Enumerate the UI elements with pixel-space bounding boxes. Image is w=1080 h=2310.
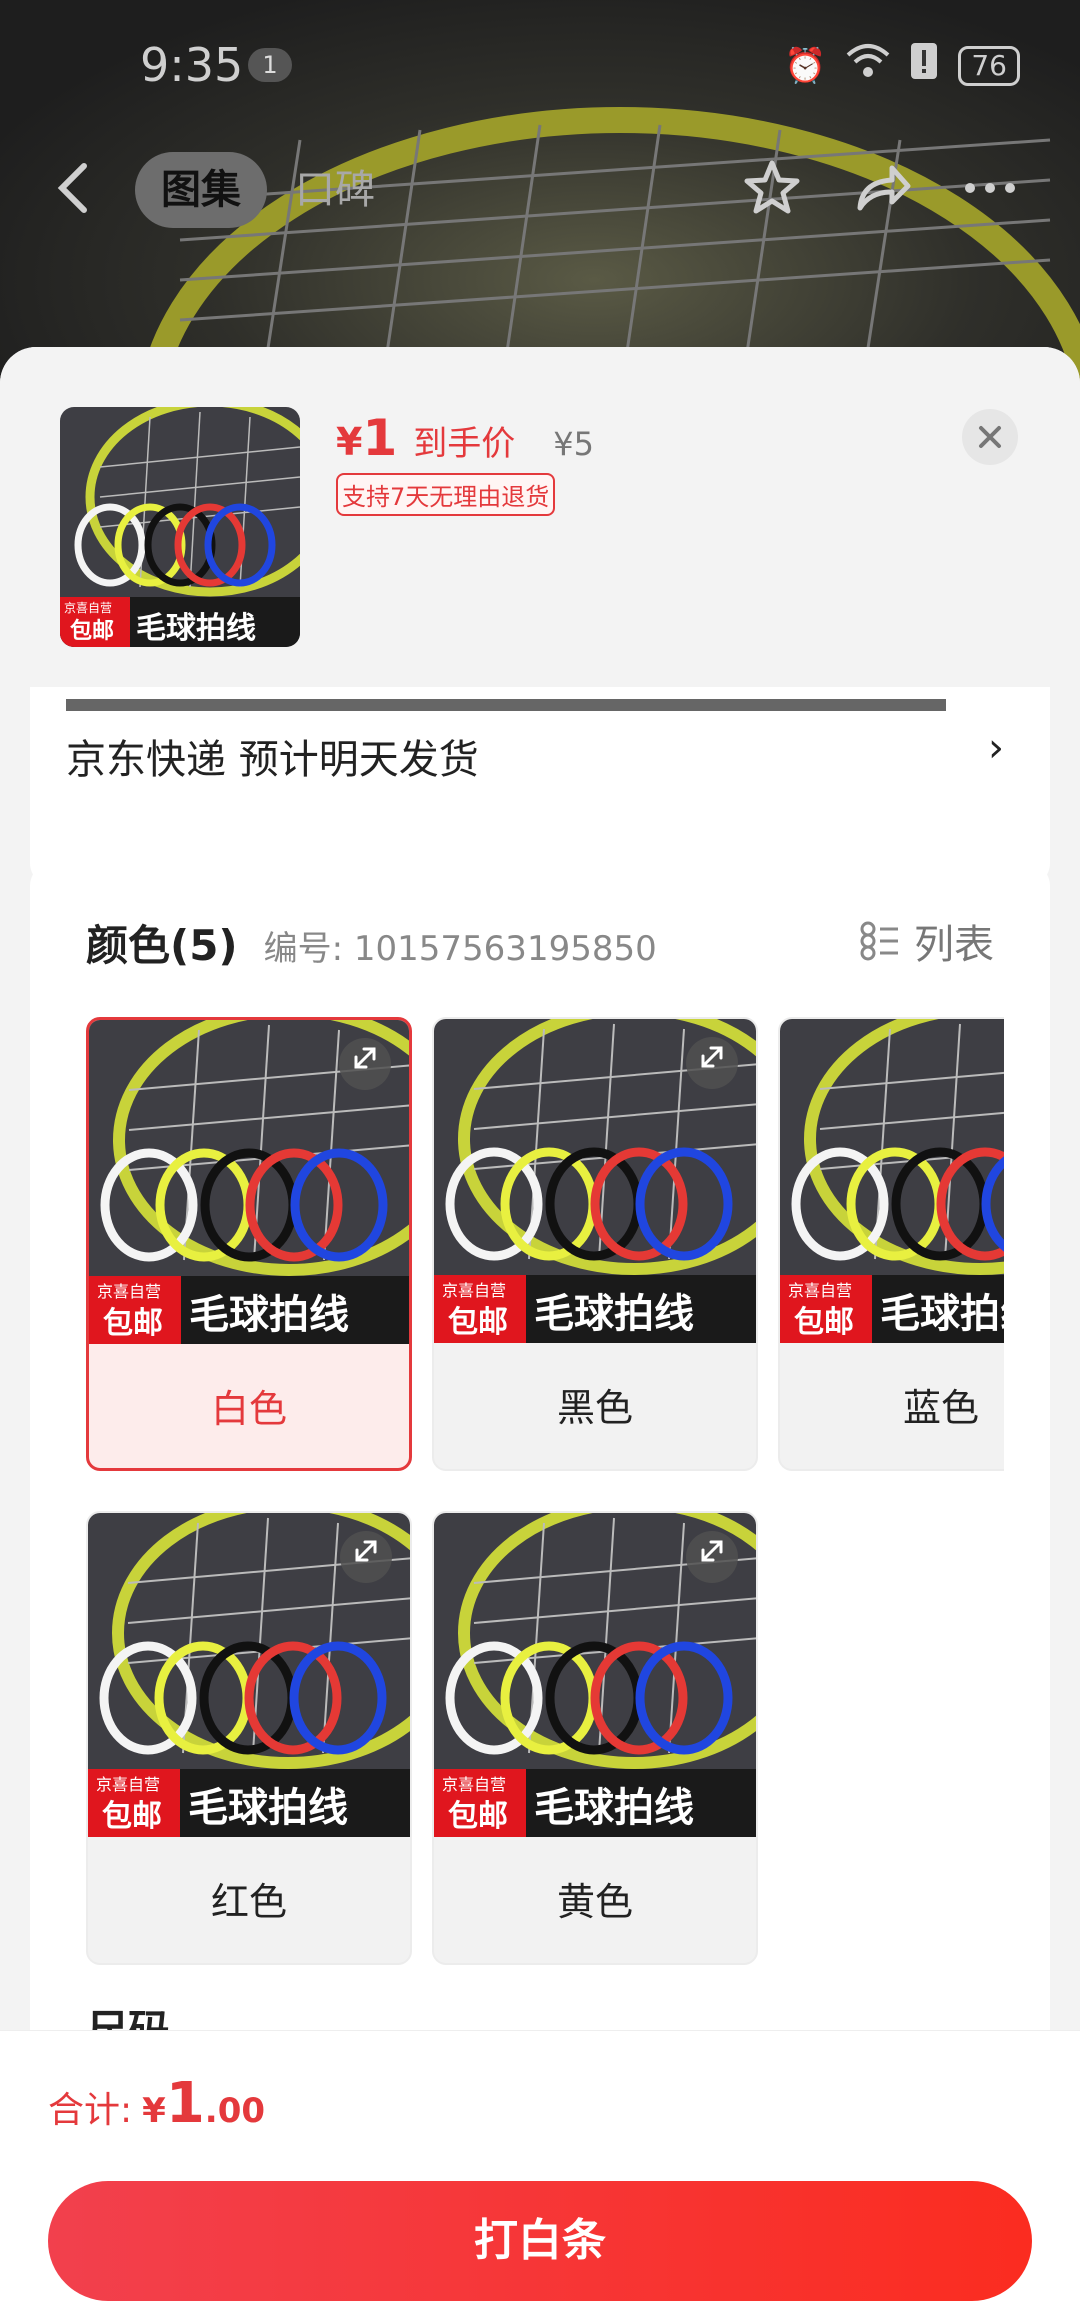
tile-badge-big: 包邮 — [448, 1305, 508, 1340]
list-view-label: 列表 — [914, 922, 994, 968]
color-section-title: 颜色(5) — [86, 921, 238, 970]
color-option-label: 红色 — [210, 1880, 287, 1924]
product-gallery-background: 9:35 1 ⏰ 76 图集 口碑 — [0, 0, 1080, 400]
color-option-label: 黑色 — [556, 1386, 633, 1430]
original-price: ¥5 — [553, 425, 594, 463]
expand-icon[interactable] — [686, 1037, 738, 1089]
tile-badge-big: 包邮 — [103, 1306, 163, 1341]
more-button[interactable] — [958, 158, 1022, 222]
color-option-image: 京喜自营包邮毛球拍线 — [780, 1019, 1004, 1343]
total-decimal: .00 — [204, 2091, 266, 2131]
final-price-label: 到手价 — [413, 424, 516, 464]
sku-selection-sheet: 京东快递 预计明天发货 › 京喜自营 包邮 毛球拍线 ¥ 1 到手价 ¥5 支持… — [0, 347, 1080, 2310]
total-price-line: 合计: ¥ 1 .00 — [48, 2071, 265, 2136]
favorite-button[interactable] — [740, 158, 804, 222]
product-code: 编号: 10157563195850 — [263, 929, 657, 969]
tile-caption: 毛球拍线 — [880, 1291, 1004, 1337]
sheet-header: 京喜自营 包邮 毛球拍线 ¥ 1 到手价 ¥5 支持7天无理由退货 — [0, 347, 1080, 687]
thumb-caption: 毛球拍线 — [136, 611, 256, 646]
battery-indicator: 76 — [958, 45, 1020, 86]
thumb-badge-big: 包邮 — [70, 619, 115, 644]
color-option-tile[interactable]: 京喜自营 包邮 毛球拍线 黑色 — [432, 1017, 758, 1471]
status-icons: ⏰ 76 — [784, 42, 1020, 89]
tile-caption: 毛球拍线 — [534, 1291, 694, 1337]
more-icon — [965, 183, 1015, 193]
tab-gallery[interactable]: 图集 — [135, 152, 267, 228]
expand-icon[interactable] — [686, 1531, 738, 1583]
pay-with-baitiao-button[interactable]: 打白条 — [48, 2181, 1032, 2301]
wifi-icon — [846, 43, 890, 88]
price-currency: ¥ — [336, 420, 363, 464]
back-button[interactable] — [50, 160, 110, 220]
tile-caption: 毛球拍线 — [189, 1292, 349, 1338]
tile-badge-big: 包邮 — [102, 1799, 162, 1834]
tile-caption: 毛球拍线 — [534, 1785, 694, 1831]
expand-icon[interactable] — [339, 1038, 391, 1090]
tile-badge-big: 包邮 — [794, 1305, 854, 1340]
list-view-toggle[interactable]: 列表 — [860, 912, 994, 970]
product-thumbnail[interactable]: 京喜自营 包邮 毛球拍线 — [60, 407, 300, 647]
share-button[interactable] — [850, 158, 914, 222]
tab-reviews[interactable]: 口碑 — [295, 152, 375, 228]
total-integer: 1 — [165, 2071, 205, 2136]
star-icon — [744, 160, 800, 214]
total-currency: ¥ — [142, 2091, 166, 2131]
status-time: 9:35 — [140, 38, 244, 92]
status-bar: 9:35 1 ⏰ 76 — [0, 30, 1080, 100]
close-icon — [979, 426, 1001, 448]
color-option-label: 蓝色 — [902, 1386, 979, 1430]
final-price: 1 — [362, 409, 398, 467]
sim-alert-icon — [910, 42, 938, 89]
close-button[interactable] — [962, 409, 1018, 465]
total-label: 合计: — [48, 2090, 133, 2131]
color-option-tile[interactable]: 京喜自营 包邮 毛球拍线 白色 — [86, 1017, 412, 1471]
expand-icon[interactable] — [340, 1531, 392, 1583]
color-option-tile[interactable]: 京喜自营包邮毛球拍线蓝色 — [778, 1017, 1004, 1471]
color-option-label: 黄色 — [556, 1880, 633, 1924]
checkout-footer: 合计: ¥ 1 .00 打白条 — [0, 2030, 1080, 2310]
back-icon — [57, 163, 87, 213]
tile-badge-big: 包邮 — [448, 1799, 508, 1834]
color-section-header: 颜色(5) 编号: 10157563195850 — [86, 912, 657, 973]
color-option-tile[interactable]: 京喜自营 包邮 毛球拍线 黄色 — [432, 1511, 758, 1965]
list-view-icon — [860, 921, 898, 961]
return-policy-tag: 支持7天无理由退货 — [336, 473, 556, 516]
share-icon — [857, 165, 911, 211]
price-line: ¥ 1 到手价 ¥5 — [336, 409, 594, 467]
color-option-label: 白色 — [210, 1387, 287, 1431]
chevron-right-icon: › — [988, 725, 1004, 771]
alarm-icon: ⏰ — [784, 45, 827, 86]
color-option-tile[interactable]: 京喜自营 包邮 毛球拍线 红色 — [86, 1511, 412, 1965]
notification-count-badge: 1 — [248, 48, 292, 82]
top-nav-bar: 图集 口碑 — [0, 150, 1080, 230]
delivery-info: 京东快递 预计明天发货 — [66, 737, 479, 783]
color-options-grid: 京喜自营包邮毛球拍线白色京喜自营包邮毛球拍线黑色京喜自营包邮毛球拍线蓝色京喜自营… — [86, 1017, 1004, 2007]
tile-caption: 毛球拍线 — [188, 1785, 348, 1831]
